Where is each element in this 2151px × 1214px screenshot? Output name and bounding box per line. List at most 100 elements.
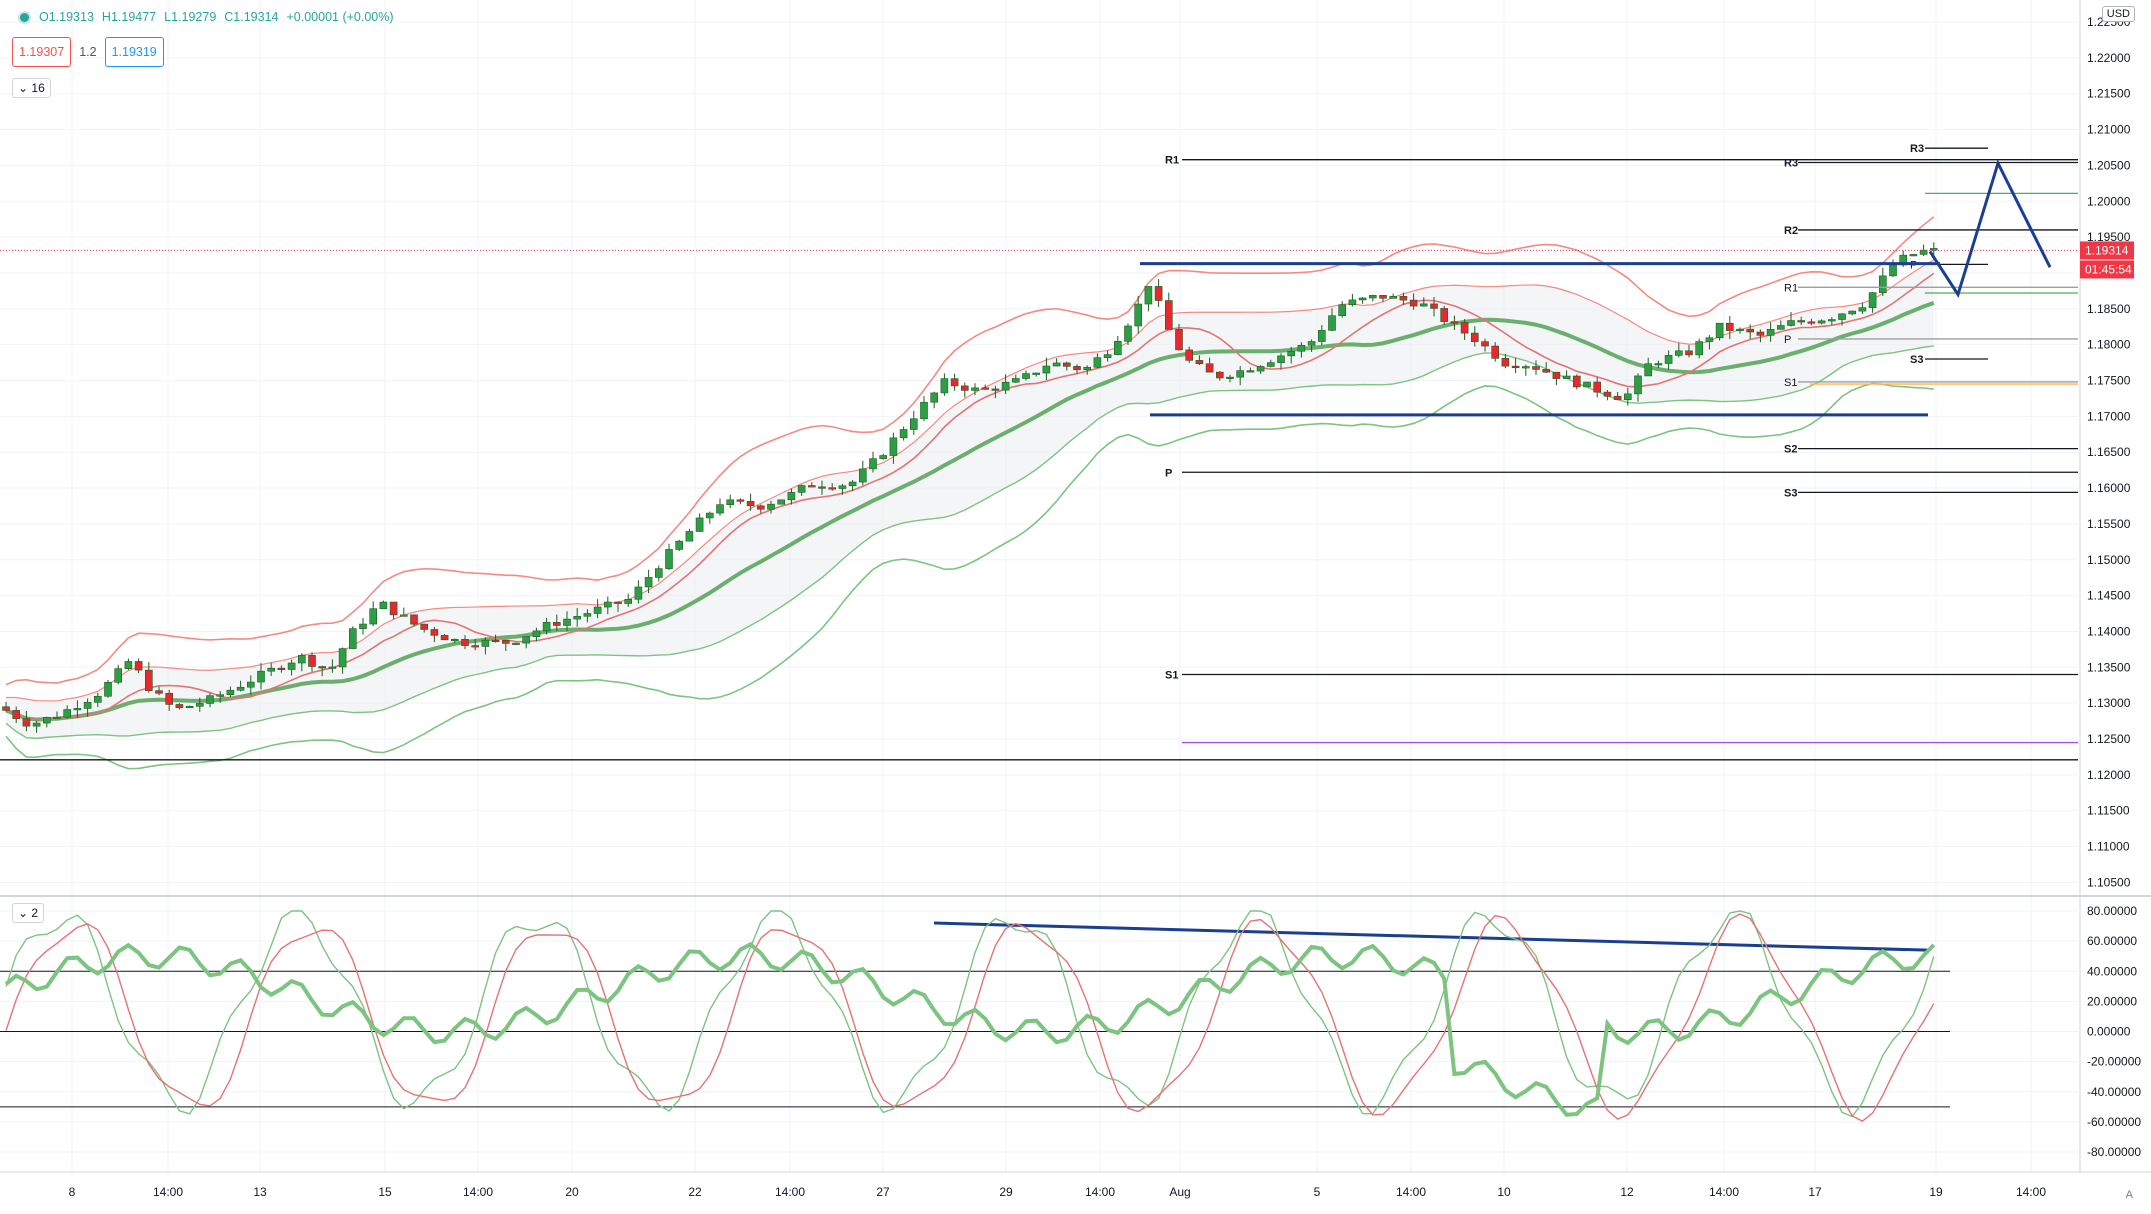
candle-up	[1838, 313, 1846, 320]
candle-up	[1736, 328, 1744, 331]
price-tick-label: 1.16000	[2087, 481, 2131, 495]
candle-down	[1246, 370, 1255, 373]
indicators-toggle-button[interactable]: ⌄ 16	[12, 78, 51, 98]
candle-down	[430, 629, 439, 636]
time-tick-label: 19	[1929, 1185, 1943, 1199]
candle-down	[1532, 366, 1540, 370]
chart-area[interactable]: R1 P S1 R3 R2 R1 P S1 S2 S3 R3 P S3 1.22500 1.22000 1.…	[0, 0, 2151, 1209]
oscillator-trend-line	[933, 921, 1929, 952]
candle-down	[1491, 345, 1499, 359]
last-price-label: 1.19314	[2085, 243, 2129, 257]
candle-up	[777, 499, 786, 505]
candle-up	[1879, 275, 1887, 293]
candle-up	[644, 577, 653, 588]
candle-up	[1695, 341, 1703, 356]
candle-down	[22, 718, 31, 727]
time-tick-label: 10	[1497, 1185, 1511, 1199]
candle-down	[818, 486, 826, 489]
candle-up	[1297, 344, 1306, 352]
candle-up	[1358, 297, 1367, 301]
candle-up	[1930, 248, 1938, 251]
candle-down	[756, 505, 765, 510]
candle-up	[399, 614, 408, 617]
candle-down	[828, 487, 837, 490]
candle-up	[1583, 381, 1591, 388]
candle-up	[716, 504, 724, 514]
candle-up	[185, 705, 194, 709]
candle-down	[461, 638, 469, 646]
candle-down	[165, 692, 173, 705]
candle-up	[1909, 254, 1918, 257]
candle-up	[114, 668, 122, 683]
candle-down	[1216, 371, 1224, 379]
candle-up	[359, 623, 367, 629]
candle-down	[1379, 295, 1387, 299]
candle-up	[685, 531, 694, 542]
time-tick-label: 14:00	[1085, 1185, 1115, 1199]
osc-tick-label: -40.00000	[2087, 1085, 2141, 1099]
candle-up	[73, 708, 82, 711]
candle-down	[1797, 320, 1805, 323]
candle-up	[695, 517, 704, 532]
candle-down	[1399, 296, 1408, 301]
candle-down	[1542, 369, 1550, 373]
candle-down	[155, 690, 163, 694]
candle-down	[277, 667, 286, 670]
auto-scale-button[interactable]: A	[2126, 1189, 2133, 1201]
time-tick-label: Aug	[1169, 1185, 1190, 1199]
candle-up	[1644, 363, 1652, 377]
candle-up	[1011, 378, 1020, 383]
candle-up	[1267, 362, 1275, 367]
candle-down	[145, 669, 153, 692]
candle-down	[1154, 286, 1163, 301]
sell-button[interactable]: 1.19307	[12, 37, 72, 67]
candle-up	[1338, 304, 1346, 316]
candle-up	[879, 455, 888, 459]
candle-up	[267, 667, 276, 672]
time-tick-label: 12	[1620, 1185, 1634, 1199]
price-tick-label: 1.11000	[2087, 840, 2130, 854]
candle-up	[665, 549, 673, 569]
price-tick-label: 1.14000	[2087, 624, 2131, 638]
candle-up	[297, 655, 306, 664]
buy-button[interactable]: 1.19319	[104, 37, 164, 67]
oscillator-toggle-button[interactable]: ⌄ 2	[12, 903, 45, 923]
candle-down	[12, 710, 20, 719]
price-chart[interactable]: R1PS1R3R2R1PS1S2S3R3PS3 1.225001.220001.…	[0, 0, 2151, 1209]
candle-up	[1858, 307, 1867, 312]
currency-label[interactable]: USD	[2101, 6, 2135, 22]
candle-up	[124, 661, 133, 669]
candle-down	[614, 601, 622, 604]
candle-down	[1746, 328, 1754, 333]
status-dot-icon	[18, 10, 31, 24]
candle-up	[848, 481, 857, 487]
legend-close: C1.19314	[224, 10, 279, 24]
candle-down	[1481, 341, 1489, 347]
candle-up	[1715, 322, 1724, 339]
candle-down	[175, 704, 184, 708]
candle-down	[318, 666, 327, 669]
weekly-r3-label: R3	[1784, 158, 1798, 170]
projection-zigzag	[1928, 159, 2052, 298]
candle-down	[1593, 381, 1601, 393]
candle-up	[971, 387, 979, 391]
price-tick-label: 1.21500	[2087, 87, 2131, 101]
candle-down	[960, 385, 969, 391]
candle-up	[1562, 375, 1571, 379]
osc-tick-label: -80.00000	[2087, 1145, 2141, 1159]
candle-up	[889, 437, 898, 456]
candle-up	[1766, 329, 1775, 336]
candle-up	[379, 601, 388, 610]
candle-down	[991, 388, 1000, 391]
candle-down	[1603, 391, 1612, 397]
candle-up	[1675, 350, 1683, 356]
stoch-d-line	[5, 913, 1935, 1122]
candle-up	[1420, 303, 1428, 307]
candle-up	[624, 598, 633, 604]
oscillator-count: 2	[31, 906, 39, 920]
candle-down	[1430, 303, 1438, 309]
time-tick-label: 15	[378, 1185, 392, 1199]
candle-up	[206, 695, 214, 704]
candle-down	[471, 645, 480, 648]
candle-up	[1144, 286, 1153, 305]
